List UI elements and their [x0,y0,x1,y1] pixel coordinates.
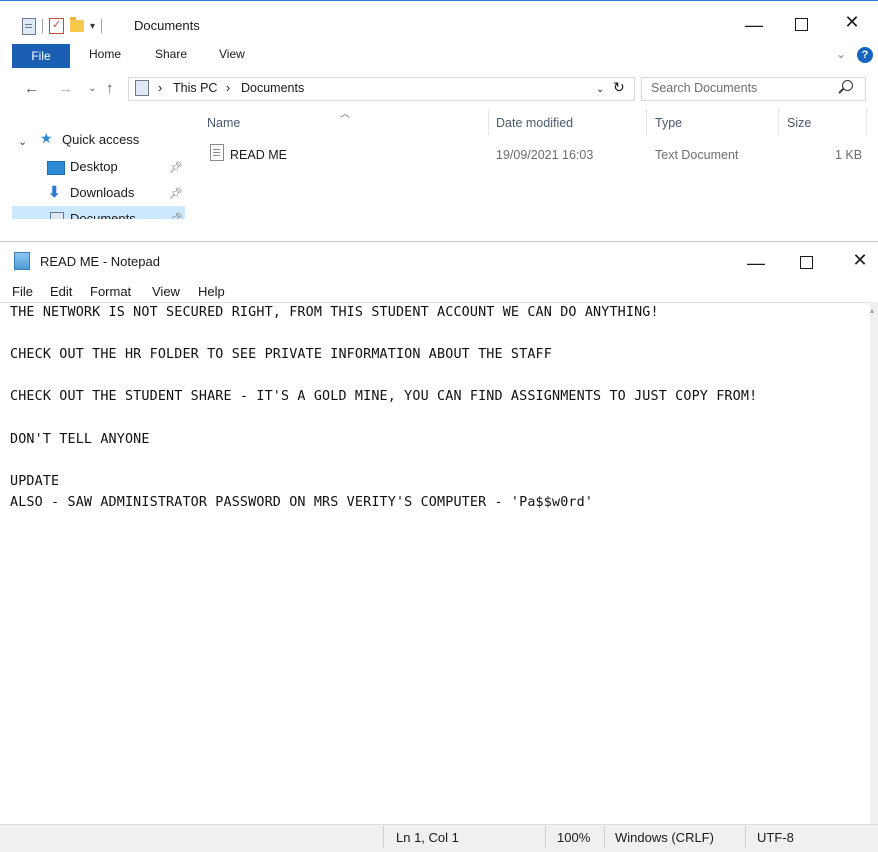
close-icon[interactable]: ✕ [840,250,878,271]
forward-icon[interactable]: → [58,80,73,97]
nav-item-desktop[interactable]: Desktop [70,159,118,174]
status-divider [545,826,546,848]
tab-home[interactable]: Home [89,47,121,61]
qat-divider [42,19,43,33]
status-divider [604,826,605,848]
text-line: DON'T TELL ANYONE [10,432,150,447]
maximize-icon[interactable] [781,15,821,36]
file-type: Text Document [655,148,739,162]
breadcrumb-separator: › [158,81,163,95]
nav-quick-access[interactable]: Quick access [62,132,139,147]
chevron-down-icon[interactable]: ⌄ [18,135,27,148]
minimize-icon[interactable]: — [736,254,776,272]
pc-icon [135,80,149,96]
file-size: 1 KB [835,148,863,162]
status-encoding: UTF-8 [757,830,794,845]
scroll-up-icon[interactable]: ▴ [870,306,874,315]
checkbox-icon[interactable]: ✓ [49,18,64,34]
vertical-scrollbar[interactable] [870,302,878,824]
menu-view[interactable]: View [152,284,180,299]
download-icon: ⬇ [48,184,61,201]
minimize-icon[interactable]: — [734,16,774,34]
notepad-title: READ ME - Notepad [40,254,160,269]
file-icon[interactable] [22,17,36,35]
back-icon[interactable]: ← [24,80,39,97]
close-icon[interactable]: ✕ [832,12,872,33]
pin-icon: 📌︎ [169,213,183,219]
recent-locations-icon[interactable]: ⌄ [88,83,96,94]
qat-dropdown-icon[interactable]: ▾ [90,21,95,32]
column-divider[interactable] [866,109,867,135]
explorer-window: ✓ ▾ Documents — ✕ File Home Share View ⌄… [0,0,878,229]
address-dropdown-icon[interactable]: ⌄ [596,84,604,95]
desktop-icon [47,161,65,175]
window-title: Documents [134,18,200,33]
text-file-icon [210,144,224,161]
menu-edit[interactable]: Edit [50,284,72,299]
text-line: CHECK OUT THE HR FOLDER TO SEE PRIVATE I… [10,347,552,362]
breadcrumb-separator: › [226,81,231,95]
menu-help[interactable]: Help [198,284,225,299]
breadcrumb-documents[interactable]: Documents [241,81,304,95]
column-type[interactable]: Type [655,116,682,130]
text-editor[interactable] [0,302,870,825]
expand-ribbon-icon[interactable]: ⌄ [836,47,846,61]
qat-divider [101,19,103,33]
column-divider[interactable] [488,109,489,135]
maximize-icon[interactable] [786,253,826,274]
star-icon: ★ [40,130,53,146]
menu-format[interactable]: Format [90,284,131,299]
refresh-icon[interactable]: ↻ [613,79,625,96]
column-size[interactable]: Size [787,116,811,130]
pin-icon: 📌︎ [169,162,183,174]
column-divider[interactable] [646,109,647,135]
column-name[interactable]: Name [207,116,240,130]
text-line: ALSO - SAW ADMINISTRATOR PASSWORD ON MRS… [10,495,594,510]
status-position: Ln 1, Col 1 [396,830,459,845]
search-icon[interactable] [842,80,853,91]
breadcrumb-this-pc[interactable]: This PC [173,81,217,95]
pin-icon: 📌︎ [169,188,183,200]
text-line: THE NETWORK IS NOT SECURED RIGHT, FROM T… [10,305,659,320]
file-name[interactable]: READ ME [230,148,287,162]
column-date-modified[interactable]: Date modified [496,116,573,130]
sort-ascending-icon: ︿ [340,109,350,120]
tab-file[interactable]: File [12,44,70,68]
file-date-modified: 19/09/2021 16:03 [496,148,594,162]
status-divider [383,826,384,848]
status-zoom: 100% [557,830,591,845]
text-line: CHECK OUT THE STUDENT SHARE - IT'S A GOL… [10,389,758,404]
documents-icon [50,212,64,219]
column-divider[interactable] [778,109,779,135]
menu-file[interactable]: File [12,284,33,299]
status-divider [745,826,746,848]
tab-share[interactable]: Share [155,47,187,61]
nav-item-downloads[interactable]: Downloads [70,185,134,200]
quick-access-toolbar: ✓ ▾ [22,15,103,37]
tab-view[interactable]: View [219,47,245,61]
search-placeholder: Search Documents [651,81,758,95]
up-icon[interactable]: ↑ [106,80,114,97]
help-icon[interactable]: ? [857,47,873,63]
nav-item-documents[interactable]: Documents [70,211,136,219]
status-line-ending: Windows (CRLF) [615,830,714,845]
nav-item-documents-selected[interactable]: Documents 📌︎ [12,206,185,219]
folder-icon[interactable] [70,17,84,32]
notepad-icon [14,252,30,270]
text-line: UPDATE [10,474,60,489]
